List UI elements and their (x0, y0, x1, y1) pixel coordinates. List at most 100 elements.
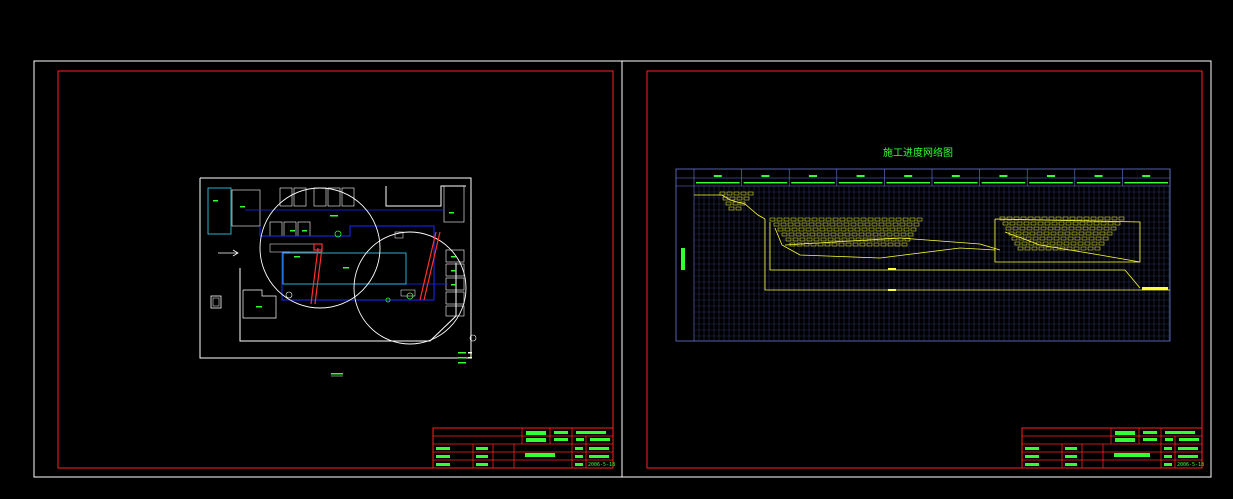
task-node (820, 237, 827, 242)
left-yard (231, 189, 261, 227)
task-node (861, 227, 868, 232)
schedule-row-label (681, 248, 685, 270)
task-node (819, 227, 826, 232)
task-node (1058, 221, 1065, 226)
tower-crane-2 (419, 231, 441, 301)
header-label (809, 175, 817, 177)
header-sublabel (838, 182, 883, 184)
title-block-left: 2006-5-18 (432, 427, 615, 469)
task-node (886, 232, 893, 237)
sheet-border-right (621, 60, 1212, 478)
task-node (829, 222, 836, 227)
task-node (1114, 221, 1121, 226)
task-node (1077, 241, 1084, 246)
task-node (1110, 226, 1117, 231)
task-node (1025, 236, 1032, 241)
task-node (907, 232, 914, 237)
task-node (1111, 216, 1118, 221)
task-node (899, 222, 906, 227)
task-node (903, 227, 910, 232)
task-node (719, 191, 726, 196)
task-node (888, 217, 895, 222)
task-node (794, 222, 801, 227)
header-sublabel (696, 182, 740, 184)
task-node (852, 242, 859, 247)
task-node (1068, 226, 1075, 231)
task-node (1118, 216, 1125, 221)
header-label (856, 175, 865, 177)
task-node (777, 227, 784, 232)
task-node (881, 217, 888, 222)
task-node (1104, 216, 1111, 221)
header-sublabel (934, 182, 978, 184)
task-node (1036, 231, 1043, 236)
task-node (784, 227, 791, 232)
task-node (725, 201, 732, 206)
task-node (824, 242, 831, 247)
crane-radius-2 (353, 231, 467, 345)
task-node (812, 227, 819, 232)
task-node (894, 242, 901, 247)
milestone-label-2 (888, 268, 896, 270)
task-node (889, 227, 896, 232)
task-node (1053, 236, 1060, 241)
task-node (858, 232, 865, 237)
task-node (1032, 236, 1039, 241)
task-node (747, 191, 754, 196)
network-paths (694, 194, 1170, 291)
task-node (1085, 231, 1092, 236)
task-node (843, 222, 850, 227)
task-node (1009, 221, 1016, 226)
task-node (808, 222, 815, 227)
task-node (795, 232, 802, 237)
gate-house-inner (212, 297, 220, 307)
task-node (1057, 231, 1064, 236)
task-node (813, 237, 820, 242)
header-sublabel (791, 182, 835, 184)
task-node (857, 222, 864, 227)
task-node (825, 217, 832, 222)
task-node (847, 227, 854, 232)
task-node (1011, 236, 1018, 241)
site-boundary (199, 177, 472, 359)
task-node (1046, 236, 1053, 241)
task-node (802, 232, 809, 237)
task-node (1031, 246, 1038, 251)
milestone-label (888, 289, 896, 291)
task-node (792, 237, 799, 242)
task-node (867, 217, 874, 222)
task-node (1015, 231, 1022, 236)
header-label (1094, 175, 1103, 177)
task-node (1087, 246, 1094, 251)
task-node (1064, 231, 1071, 236)
task-node (1012, 226, 1019, 231)
task-node (1021, 241, 1028, 246)
task-node (1044, 221, 1051, 226)
task-node (892, 222, 899, 227)
task-node (1026, 226, 1033, 231)
task-node (902, 217, 909, 222)
task-node (834, 237, 841, 242)
header-label (1047, 175, 1055, 177)
task-node (1049, 241, 1056, 246)
task-node (781, 232, 788, 237)
task-node (1048, 216, 1055, 221)
task-node (859, 242, 866, 247)
task-node (790, 217, 797, 222)
task-node (743, 196, 750, 201)
header-label (713, 175, 722, 177)
task-node (1037, 221, 1044, 226)
task-node (1033, 226, 1040, 231)
task-node (874, 217, 881, 222)
task-node (1047, 226, 1054, 231)
schedule-chart (675, 168, 1171, 342)
task-node (826, 227, 833, 232)
task-node (906, 222, 913, 227)
task-node (1074, 236, 1081, 241)
task-node (901, 242, 908, 247)
temporary-sheds (269, 187, 355, 237)
task-node (868, 227, 875, 232)
header-label (761, 175, 770, 177)
task-node (1054, 226, 1061, 231)
task-node (900, 232, 907, 237)
